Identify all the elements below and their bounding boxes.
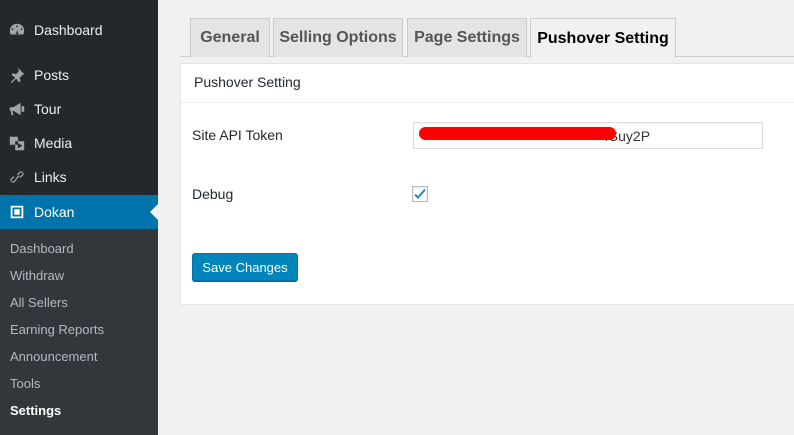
settings-panel: Pushover Setting Site API Token 4Suy2P D… (180, 63, 794, 305)
sidebar-item-label: Dashboard (34, 22, 103, 38)
sidebar-item-label: Links (34, 169, 67, 185)
tab-pushover-setting[interactable]: Pushover Setting (530, 18, 676, 58)
submenu-item-dashboard[interactable]: Dashboard (10, 241, 74, 256)
sidebar-item-dashboard[interactable]: Dashboard (0, 13, 158, 47)
sidebar-item-label: Media (34, 135, 73, 151)
tab-general[interactable]: General (190, 18, 270, 57)
tab-selling-options[interactable]: Selling Options (273, 18, 403, 57)
pin-icon (7, 65, 27, 85)
debug-label: Debug (192, 186, 234, 202)
save-changes-button[interactable]: Save Changes (192, 253, 298, 281)
sidebar-item-links[interactable]: Links (0, 160, 158, 194)
submenu-item-settings[interactable]: Settings (10, 403, 61, 418)
submenu-item-all-sellers[interactable]: All Sellers (10, 295, 68, 310)
sidebar-item-tour[interactable]: Tour (0, 92, 158, 126)
tab-page-settings[interactable]: Page Settings (407, 18, 527, 57)
sidebar-item-label: Tour (34, 101, 62, 117)
panel-divider (181, 102, 794, 103)
sidebar-item-label: Dokan (34, 204, 75, 220)
dokan-submenu: Dashboard Withdraw All Sellers Earning R… (0, 229, 158, 435)
sidebar-item-dokan[interactable]: Dokan (0, 195, 158, 229)
debug-checkbox[interactable] (412, 186, 428, 202)
redaction-mark (419, 127, 616, 140)
sidebar-item-media[interactable]: Media (0, 126, 158, 160)
settings-tabs: General Selling Options Page Settings Pu… (180, 18, 794, 58)
checkmark-icon (414, 188, 426, 199)
submenu-item-earning-reports[interactable]: Earning Reports (10, 322, 104, 337)
sidebar-item-posts[interactable]: Posts (0, 58, 158, 92)
dokan-icon (7, 202, 27, 222)
submenu-item-announcement[interactable]: Announcement (10, 349, 97, 364)
submenu-item-withdraw[interactable]: Withdraw (10, 268, 64, 283)
submenu-item-tools[interactable]: Tools (10, 376, 40, 391)
dashboard-icon (7, 20, 27, 40)
media-icon (7, 133, 27, 153)
link-icon (7, 167, 27, 187)
sidebar-item-label: Posts (34, 67, 70, 83)
megaphone-icon (7, 99, 27, 119)
panel-title: Pushover Setting (194, 74, 301, 90)
admin-sidebar: Dashboard Posts Tour Media Links Dokan D… (0, 0, 158, 435)
api-token-label: Site API Token (192, 127, 283, 143)
